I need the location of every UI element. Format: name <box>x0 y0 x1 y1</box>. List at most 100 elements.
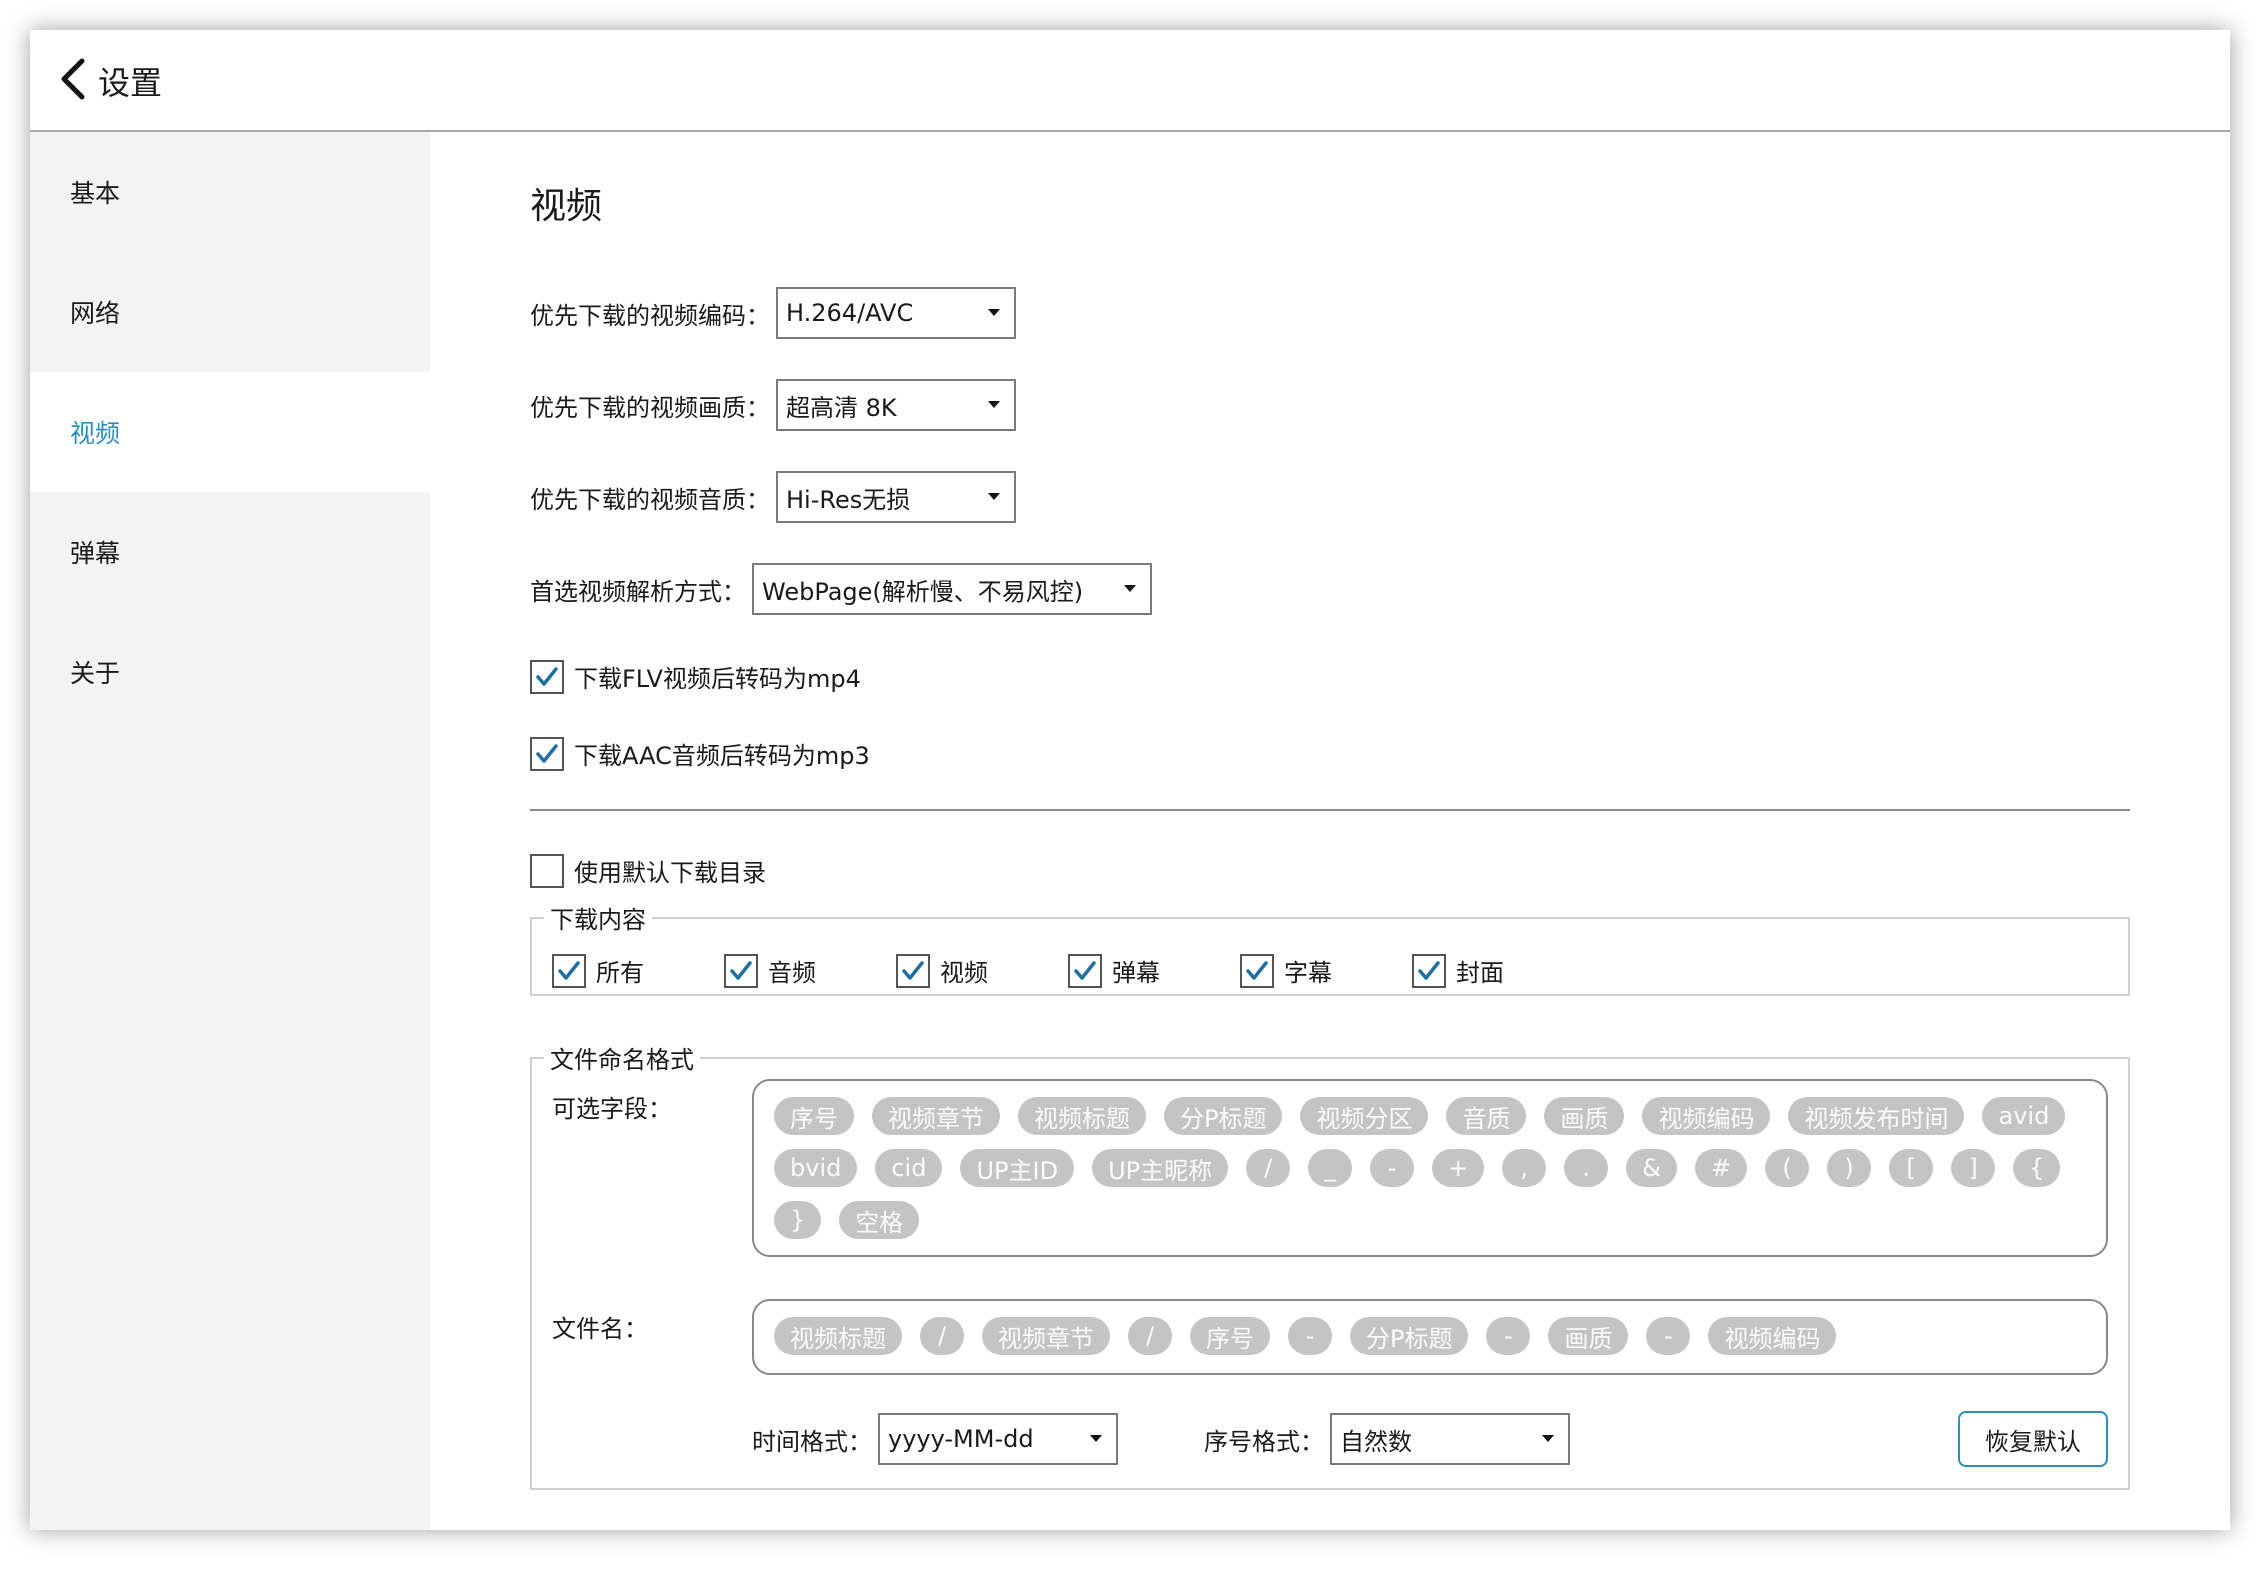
optional-field-chip[interactable]: - <box>1370 1149 1415 1187</box>
optional-field-chip[interactable]: 序号 <box>774 1097 854 1135</box>
optional-field-chip[interactable]: + <box>1432 1149 1485 1187</box>
time-format-select[interactable]: yyyy-MM-dd <box>878 1413 1118 1465</box>
filename-field-chip[interactable]: - <box>1486 1317 1531 1355</box>
subtitle-checkbox[interactable] <box>1240 953 1274 988</box>
number-format-row: 序号格式： 自然数 <box>1204 1413 1570 1465</box>
file-naming-legend: 文件命名格式 <box>550 1046 694 1074</box>
optional-field-chip[interactable]: _ <box>1308 1149 1353 1187</box>
audio-value: Hi-Res无损 <box>786 485 911 514</box>
parse-row: 首选视频解析方式： WebPage(解析慢、不易风控) <box>530 563 1152 615</box>
codec-value: H.264/AVC <box>786 299 914 327</box>
flv-to-mp4-label: 下载FLV视频后转码为mp4 <box>574 665 861 693</box>
filename-field-chip[interactable]: 序号 <box>1190 1317 1270 1355</box>
optional-field-chip[interactable]: ) <box>1827 1149 1872 1187</box>
number-format-value: 自然数 <box>1340 1427 1412 1456</box>
video-checkbox[interactable] <box>896 953 930 988</box>
optional-field-chip[interactable]: 视频章节 <box>872 1097 1000 1135</box>
optional-field-chip[interactable]: 视频发布时间 <box>1788 1097 1965 1135</box>
optional-field-chip[interactable]: UP主ID <box>960 1149 1075 1187</box>
aac-to-mp3-label: 下载AAC音频后转码为mp3 <box>574 742 870 770</box>
parse-select[interactable]: WebPage(解析慢、不易风控) <box>752 563 1152 615</box>
optional-field-chip[interactable]: { <box>2013 1149 2061 1187</box>
optional-field-chip[interactable]: , <box>1502 1149 1547 1187</box>
dropdown-arrow-icon <box>988 493 1000 500</box>
cover-checkbox[interactable] <box>1412 953 1446 988</box>
filename-field-chip[interactable]: 视频章节 <box>982 1317 1110 1355</box>
optional-field-chip[interactable]: ] <box>1951 1149 1996 1187</box>
sidebar-item-network[interactable]: 网络 <box>30 252 430 372</box>
quality-row: 优先下载的视频画质： 超高清 8K <box>530 379 1016 431</box>
video-label: 视频 <box>940 959 988 987</box>
optional-field-chip[interactable]: # <box>1694 1149 1748 1187</box>
optional-field-chip[interactable]: 画质 <box>1544 1097 1625 1135</box>
optional-field-chip[interactable]: 视频编码 <box>1642 1097 1771 1135</box>
check-icon <box>902 960 924 980</box>
quality-select[interactable]: 超高清 8K <box>776 379 1016 431</box>
optional-field-chip[interactable]: bvid <box>774 1149 858 1187</box>
optional-field-chip[interactable]: UP主昵称 <box>1092 1149 1229 1187</box>
sidebar-item-danmaku[interactable]: 弹幕 <box>30 492 430 612</box>
optional-field-chip[interactable]: ( <box>1765 1149 1810 1187</box>
content-item-danmaku: 弹幕 <box>1068 953 1240 988</box>
optional-field-chip[interactable]: cid <box>875 1149 943 1187</box>
optional-field-chip[interactable]: [ <box>1889 1149 1934 1187</box>
filename-field-chip[interactable]: - <box>1288 1317 1332 1355</box>
optional-field-chip[interactable]: 视频分区 <box>1300 1097 1429 1135</box>
optional-field-chip[interactable]: avid <box>1982 1097 2066 1135</box>
optional-field-chip[interactable]: 音质 <box>1446 1097 1527 1135</box>
optional-field-chip[interactable]: . <box>1564 1149 1609 1187</box>
dropdown-arrow-icon <box>988 401 1000 408</box>
check-icon <box>558 960 580 980</box>
main-panel: 视频 优先下载的视频编码： H.264/AVC 优先下载的视频画质： 超高清 8… <box>430 132 2230 1530</box>
optional-field-chip[interactable]: / <box>1246 1149 1291 1187</box>
check-icon <box>536 743 558 763</box>
filename-chips: 视频标题 / 视频章节 / 序号 - 分P标题 - 画质 - 视频编码 <box>754 1301 2106 1369</box>
check-icon <box>730 960 752 980</box>
filename-field-chip[interactable]: / <box>1128 1317 1172 1355</box>
use-default-dir-checkbox[interactable] <box>530 853 564 888</box>
check-icon <box>1246 960 1268 980</box>
section-title: 视频 <box>530 186 603 227</box>
divider <box>530 809 2130 811</box>
sidebar-item-about[interactable]: 关于 <box>30 612 430 732</box>
use-default-dir-label: 使用默认下载目录 <box>574 859 766 887</box>
optional-field-chip[interactable]: 视频标题 <box>1018 1097 1146 1135</box>
optional-fields-chips: 序号 视频章节 视频标题 分P标题 视频分区 音质 画质 视频编码 视频发布时间 avid bvid… <box>754 1081 2106 1253</box>
aac-row: 下载AAC音频后转码为mp3 <box>530 736 870 771</box>
filename-field-chip[interactable]: 分P标题 <box>1350 1317 1469 1355</box>
audio-checkbox[interactable] <box>724 953 758 988</box>
content-item-video: 视频 <box>896 953 1068 988</box>
dropdown-arrow-icon <box>1542 1435 1554 1442</box>
all-checkbox[interactable] <box>552 953 586 988</box>
danmaku-checkbox[interactable] <box>1068 953 1102 988</box>
flv-to-mp4-checkbox[interactable] <box>530 659 564 694</box>
optional-field-chip[interactable]: 空格 <box>839 1201 920 1239</box>
optional-field-chip[interactable]: 分P标题 <box>1164 1097 1283 1135</box>
content-item-cover: 封面 <box>1412 953 1584 988</box>
codec-select[interactable]: H.264/AVC <box>776 287 1016 339</box>
filename-field-chip[interactable]: 画质 <box>1548 1317 1629 1355</box>
download-content-items: 所有 音频 视频 弹幕 字幕 封面 <box>552 953 1584 988</box>
filename-field-chip[interactable]: 视频标题 <box>774 1317 902 1355</box>
filename-field-chip[interactable]: / <box>920 1317 964 1355</box>
audio-select[interactable]: Hi-Res无损 <box>776 471 1016 523</box>
optional-fields-box: 序号 视频章节 视频标题 分P标题 视频分区 音质 画质 视频编码 视频发布时间 avid bvid… <box>752 1079 2108 1257</box>
file-naming-group: 文件命名格式 可选字段： 序号 视频章节 视频标题 分P标题 视频分区 音质 画质 视频编码视… <box>530 1040 2130 1490</box>
settings-window: 设置 基本 网络 视频 弹幕 关于 视频 优先下载的视频编码： H.264/AV… <box>30 30 2230 1530</box>
optional-field-chip[interactable]: } <box>774 1201 822 1239</box>
filename-label: 文件名： <box>552 1315 648 1343</box>
number-format-select[interactable]: 自然数 <box>1330 1413 1570 1465</box>
sidebar-item-basic[interactable]: 基本 <box>30 132 430 252</box>
optional-field-chip[interactable]: & <box>1626 1149 1677 1187</box>
back-button[interactable]: 设置 <box>58 54 162 108</box>
content-item-all: 所有 <box>552 953 724 988</box>
quality-value: 超高清 8K <box>786 393 897 422</box>
restore-default-button[interactable]: 恢复默认 <box>1958 1411 2108 1467</box>
filename-field-chip[interactable]: 视频编码 <box>1708 1317 1837 1355</box>
filename-field-chip[interactable]: - <box>1646 1317 1691 1355</box>
sidebar-item-video[interactable]: 视频 <box>30 372 430 492</box>
aac-to-mp3-checkbox[interactable] <box>530 736 564 771</box>
dropdown-arrow-icon <box>1124 585 1136 592</box>
audio-label: 音频 <box>768 959 816 987</box>
all-label: 所有 <box>596 959 644 987</box>
